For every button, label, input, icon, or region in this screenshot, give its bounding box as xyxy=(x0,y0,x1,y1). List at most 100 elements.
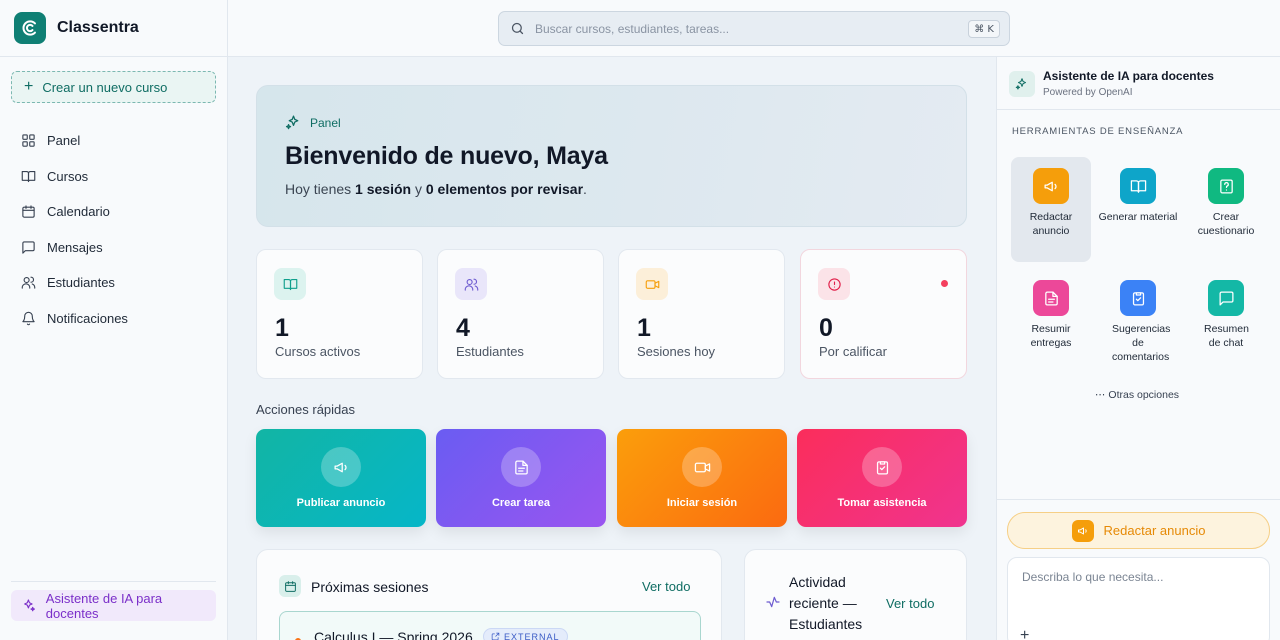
stat-card-sessions[interactable]: 1 Sesiones hoy xyxy=(618,249,785,379)
stat-label: Sesiones hoy xyxy=(637,344,716,359)
book-icon xyxy=(1120,168,1156,204)
prompt-input[interactable] xyxy=(1022,570,1257,610)
clipboard-check-icon xyxy=(862,447,902,487)
tool-draft-announcement[interactable]: Redactar anuncio xyxy=(1011,157,1091,262)
hero-sub-prefix: Hoy tienes xyxy=(285,181,356,197)
sidebar-item-label: Cursos xyxy=(47,168,89,184)
bell-icon xyxy=(22,311,35,326)
sidebar-item-cursos[interactable]: Cursos xyxy=(11,159,216,195)
search-input[interactable] xyxy=(535,21,955,36)
session-title: Calculus I — Spring 2026 xyxy=(314,629,473,640)
brand-logo-icon[interactable] xyxy=(14,12,46,44)
megaphone-icon xyxy=(1071,519,1094,542)
more-options-button[interactable]: ⋯ Otras opciones xyxy=(1095,389,1179,401)
search-icon xyxy=(511,22,524,35)
tool-summarize-submissions[interactable]: Resumir entregas xyxy=(1011,269,1091,374)
new-course-label: Crear un nuevo curso xyxy=(42,79,168,95)
tools-section-title: HERRAMIENTAS DE ENSEÑANZA xyxy=(1012,126,1184,137)
message-icon xyxy=(22,241,35,254)
users-icon xyxy=(21,276,36,289)
calendar-icon xyxy=(22,205,35,218)
grid-icon xyxy=(22,134,35,147)
session-item[interactable]: Calculus I — Spring 2026 EXTERNAL xyxy=(279,611,701,640)
tool-chat-summary[interactable]: Resumen de chat xyxy=(1186,269,1266,374)
tool-generate-material[interactable]: Generar material xyxy=(1098,157,1178,262)
plus-icon: + xyxy=(24,78,34,95)
sidebar: Classentra + Crear un nuevo curso Panel … xyxy=(0,0,228,640)
stat-label: Estudiantes xyxy=(456,344,524,359)
ai-assistant-panel: Asistente de IA para docentes Powered by… xyxy=(996,57,1280,640)
quick-action-label: Publicar anuncio xyxy=(296,497,386,509)
megaphone-icon xyxy=(1033,168,1069,204)
hero-sub-suffix: . xyxy=(583,181,587,197)
prompt-box: + xyxy=(1007,557,1270,640)
tool-label: Crear cuestionario xyxy=(1197,211,1255,237)
brand: Classentra xyxy=(0,0,227,57)
stat-label: Cursos activos xyxy=(275,344,361,359)
search-bar[interactable]: ⌘ K xyxy=(498,11,1010,46)
stat-card-students[interactable]: 4 Estudiantes xyxy=(437,249,604,379)
stat-card-to-grade[interactable]: 0 Por calificar xyxy=(800,249,967,379)
draft-announcement-button[interactable]: Redactar anuncio xyxy=(1007,512,1270,549)
stat-value: 1 xyxy=(637,314,651,342)
create-assignment-button[interactable]: Crear tarea xyxy=(436,429,606,527)
stat-value: 4 xyxy=(456,314,470,342)
draft-announcement-label: Redactar anuncio xyxy=(1103,523,1206,538)
panel-header: Asistente de IA para docentes Powered by… xyxy=(997,57,1280,110)
sidebar-item-notificaciones[interactable]: Notificaciones xyxy=(11,301,216,337)
sidebar-item-mensajes[interactable]: Mensajes xyxy=(11,230,216,266)
sidebar-item-panel[interactable]: Panel xyxy=(11,123,216,159)
external-badge-label: EXTERNAL xyxy=(504,631,560,640)
sidebar-item-estudiantes[interactable]: Estudiantes xyxy=(11,265,216,301)
stat-value: 0 xyxy=(819,314,833,342)
sidebar-item-label: Asistente de IA para docentes xyxy=(45,590,163,621)
take-attendance-button[interactable]: Tomar asistencia xyxy=(797,429,967,527)
welcome-banner: Panel Bienvenido de nuevo, Maya Hoy tien… xyxy=(256,85,967,227)
publish-announcement-button[interactable]: Publicar anuncio xyxy=(256,429,426,527)
card-title: Próximas sesiones xyxy=(311,579,429,595)
external-link-icon xyxy=(491,632,500,640)
tool-label: Resumir entregas xyxy=(1030,323,1072,349)
video-icon xyxy=(682,447,722,487)
users-icon xyxy=(455,268,487,300)
sparkles-icon xyxy=(1009,71,1035,97)
activity-icon xyxy=(765,594,781,615)
tool-label: Generar material xyxy=(1098,211,1178,223)
stat-label: Por calificar xyxy=(819,344,887,359)
panel-divider xyxy=(997,499,1280,500)
clipboard-check-icon xyxy=(1120,280,1156,316)
topbar: ⌘ K xyxy=(228,0,1280,57)
quiz-icon xyxy=(1208,168,1244,204)
upcoming-sessions-card: Próximas sesiones Ver todo Calculus I — … xyxy=(256,549,722,640)
sidebar-item-label: Mensajes xyxy=(47,239,103,255)
sidebar-item-ai-assistant[interactable]: Asistente de IA para docentes xyxy=(11,590,216,621)
see-all-activity-link[interactable]: Ver todo xyxy=(886,596,934,611)
tool-label: Resumen de chat xyxy=(1204,323,1249,349)
tool-label: Sugerencias de comentarios xyxy=(1112,323,1171,363)
sidebar-item-label: Panel xyxy=(47,133,81,149)
sidebar-item-label: Notificaciones xyxy=(47,310,128,326)
start-session-button[interactable]: Iniciar sesión xyxy=(617,429,787,527)
see-all-sessions-link[interactable]: Ver todo xyxy=(642,579,690,594)
stat-card-courses[interactable]: 1 Cursos activos xyxy=(256,249,423,379)
card-title: Actividad reciente — Estudiantes xyxy=(789,574,863,632)
quick-action-label: Iniciar sesión xyxy=(666,497,738,509)
alert-icon xyxy=(818,268,850,300)
book-icon xyxy=(21,170,36,182)
message-icon xyxy=(1208,280,1244,316)
file-icon xyxy=(501,447,541,487)
hero-subtitle: Hoy tienes 1 sesión y 0 elementos por re… xyxy=(285,181,587,197)
quick-actions-title: Acciones rápidas xyxy=(256,402,355,417)
panel-title: Asistente de IA para docentes xyxy=(1043,69,1214,83)
main-content: Panel Bienvenido de nuevo, Maya Hoy tien… xyxy=(228,57,996,640)
attach-button[interactable]: + xyxy=(1020,628,1029,640)
hero-sub-mid: y xyxy=(411,181,426,197)
new-course-button[interactable]: + Crear un nuevo curso xyxy=(11,71,216,103)
book-icon xyxy=(274,268,306,300)
tool-create-quiz[interactable]: Crear cuestionario xyxy=(1186,157,1266,262)
sidebar-item-calendario[interactable]: Calendario xyxy=(11,194,216,230)
tool-feedback-suggestions[interactable]: Sugerencias de comentarios xyxy=(1098,269,1178,374)
file-icon xyxy=(1033,280,1069,316)
quick-action-label: Tomar asistencia xyxy=(837,497,927,509)
panel-subtitle: Powered by OpenAI xyxy=(1043,87,1133,98)
